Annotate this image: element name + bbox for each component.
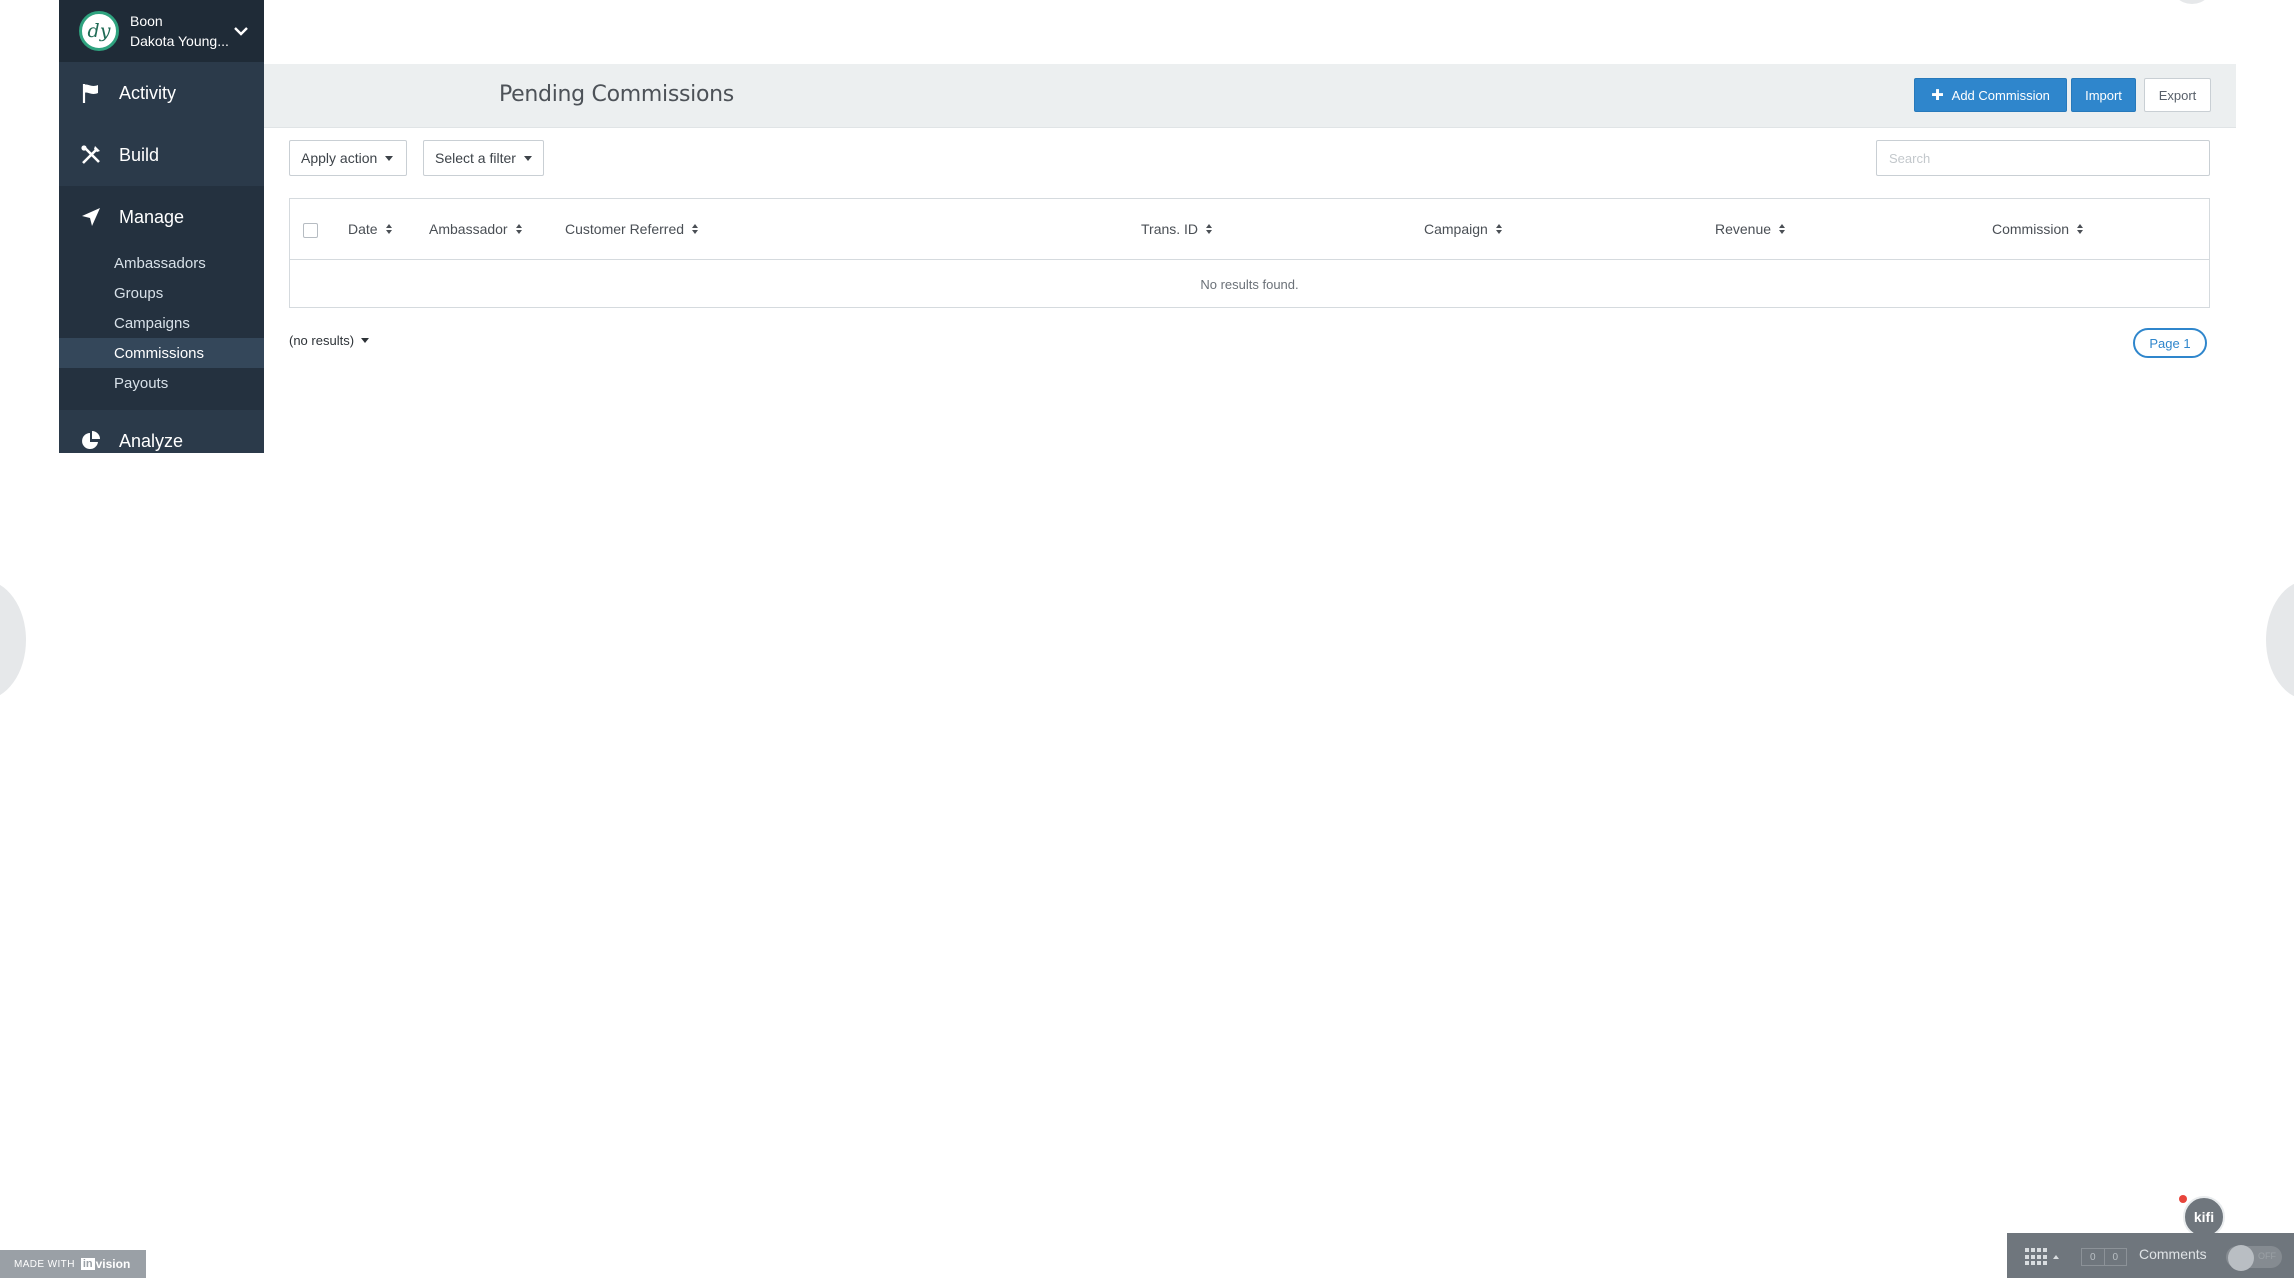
sort-icon [385,224,392,234]
comment-count-right: 0 [2103,1249,2127,1265]
page-indicator[interactable]: Page 1 [2133,328,2207,358]
column-header-campaign[interactable]: Campaign [1424,221,1502,237]
toggle-state-label: OFF [2258,1251,2276,1261]
top-edge-control [2170,0,2214,4]
comments-toggle[interactable]: OFF [2226,1245,2282,1271]
column-label: Date [348,221,378,237]
sidebar-label-activity: Activity [119,82,177,103]
comment-count-left: 0 [2089,1251,2096,1263]
results-count-dropdown[interactable]: (no results) [289,333,370,348]
apply-action-dropdown[interactable]: Apply action [289,140,407,176]
apply-action-label: Apply action [301,150,378,166]
toggle-knob [2228,1245,2254,1271]
account-names: Boon Dakota Young... [130,11,229,51]
sidebar-item-build[interactable]: Build [59,124,264,186]
invision-logo-text: vision [95,1257,131,1271]
page-title: Pending Commissions [499,82,734,107]
add-commission-label: Add Commission [1951,87,2050,103]
invision-logo: in vision [80,1257,131,1271]
column-label: Customer Referred [565,221,685,237]
column-label: Commission [1992,221,2070,237]
table-header: Date Ambassador Customer Referred Trans.… [290,199,2209,260]
manage-group-spacer [59,398,264,410]
sort-icon [1495,224,1502,234]
sidebar-subitem-ambassadors[interactable]: Ambassadors [59,248,264,278]
select-filter-label: Select a filter [435,150,516,166]
export-button[interactable]: Export [2144,78,2211,112]
comment-bar: 0 0 Comments OFF [2007,1233,2294,1278]
empty-state-message: No results found. [1200,276,1299,292]
column-label: Revenue [1715,221,1772,237]
user-name: Dakota Young... [130,33,229,49]
search-input[interactable] [1876,140,2210,176]
caret-down-icon [523,155,532,161]
plus-icon: ✚ [1931,87,1944,104]
import-button[interactable]: Import [2071,78,2136,112]
sidebar: dy Boon Dakota Young... Activity Build M… [59,0,264,453]
column-label: Trans. ID [1141,221,1199,237]
select-all-checkbox[interactable] [303,223,318,238]
comment-counter: 0 0 [2081,1248,2127,1266]
column-header-commission[interactable]: Commission [1992,221,2084,237]
sort-icon [2077,224,2084,234]
column-header-trans-id[interactable]: Trans. ID [1141,221,1213,237]
column-header-revenue[interactable]: Revenue [1715,221,1786,237]
sidebar-item-manage[interactable]: Manage [59,186,264,248]
caret-down-icon [361,338,370,343]
invision-logo-box: in [80,1258,95,1270]
page-header: Pending Commissions ✚ Add Commission Imp… [264,64,2236,128]
pie-chart-icon [79,429,103,453]
sidebar-subitem-groups[interactable]: Groups [59,278,264,308]
sidebar-label-build: Build [119,144,160,165]
column-header-ambassador[interactable]: Ambassador [429,221,522,237]
sidebar-subitem-commissions[interactable]: Commissions [59,338,264,368]
sidebar-subitem-payouts[interactable]: Payouts [59,368,264,398]
sort-icon [1206,224,1213,234]
sort-icon [1779,224,1786,234]
column-label: Ambassador [429,221,508,237]
paper-plane-icon [79,205,103,229]
caret-up-icon [2053,1255,2059,1259]
account-switcher[interactable]: dy Boon Dakota Young... [59,0,264,62]
grid-menu-icon[interactable] [2025,1248,2047,1266]
sidebar-label-manage: Manage [119,206,185,227]
tools-icon [79,143,103,167]
sidebar-item-activity[interactable]: Activity [59,62,264,124]
flag-icon [79,81,103,105]
select-filter-dropdown[interactable]: Select a filter [423,140,544,176]
sidebar-item-analyze[interactable]: Analyze [59,410,264,453]
kifi-button[interactable]: kifi [2183,1196,2225,1238]
made-with-invision-badge[interactable]: MADE WITH in vision [0,1250,146,1278]
column-header-date[interactable]: Date [348,221,392,237]
sidebar-subitem-campaigns[interactable]: Campaigns [59,308,264,338]
column-label: Campaign [1424,221,1488,237]
chevron-down-icon[interactable] [232,22,250,40]
commissions-table: Date Ambassador Customer Referred Trans.… [289,198,2210,308]
add-commission-button[interactable]: ✚ Add Commission [1914,78,2067,112]
sort-icon [515,224,522,234]
avatar: dy [79,11,119,51]
sort-icon [692,224,699,234]
comments-label[interactable]: Comments [2139,1246,2207,1262]
previous-screen-arrow[interactable] [0,580,26,700]
next-screen-arrow[interactable] [2266,580,2294,700]
manage-group: Manage Ambassadors Groups Campaigns Comm… [59,186,264,410]
results-label: (no results) [289,333,355,348]
org-name: Boon [130,13,163,29]
sidebar-label-analyze: Analyze [119,430,184,451]
notification-dot [2179,1195,2187,1203]
column-header-customer-referred[interactable]: Customer Referred [565,221,699,237]
made-with-label: MADE WITH [14,1258,75,1270]
caret-down-icon [385,155,394,161]
